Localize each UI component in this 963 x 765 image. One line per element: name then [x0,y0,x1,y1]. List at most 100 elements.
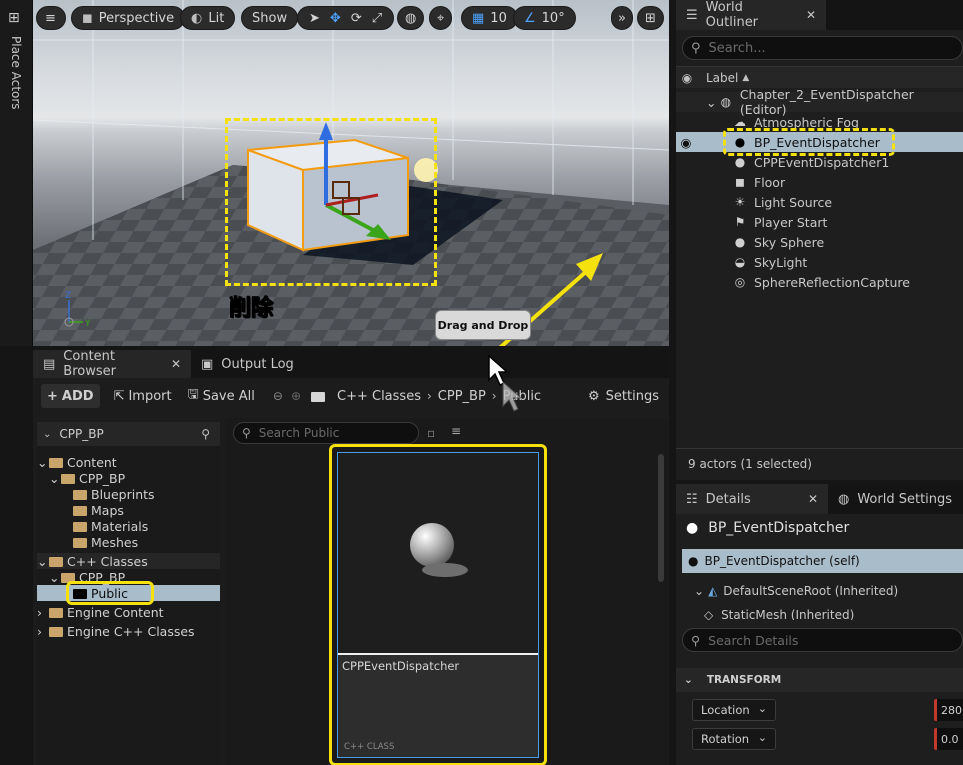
rotation-dropdown[interactable]: Rotation ⌄ [692,728,776,750]
svg-text:Z: Z [65,291,71,301]
outliner-item[interactable]: ● Sky Sphere [676,232,963,252]
component-mesh-row[interactable]: ◇ StaticMesh (Inherited) [704,608,963,620]
transform-section-header[interactable]: ⌄ TRANSFORM [676,668,963,692]
filter-icon[interactable]: ≡ [451,424,461,438]
details-tab[interactable]: ☷ Details ✕ [676,484,828,514]
tree-item[interactable]: Materials [73,518,148,534]
asset-area: ⚲ Search Public ▫ ≡ CPPEventDispatcher C… [225,418,669,765]
visibility-eye-icon[interactable]: ◉ [676,135,696,150]
cpp-folder-icon [49,627,63,637]
forward-icon[interactable]: ⊕ [291,389,301,403]
visibility-eye-icon[interactable]: ◉ [676,71,698,85]
select-icon[interactable]: ➤ [309,11,320,26]
save-search-icon[interactable]: ▫ [427,426,435,440]
layout-button[interactable]: ⊞ [637,6,664,30]
place-actors-strip[interactable]: ⊞ Place Actors [0,0,33,346]
outliner-item[interactable]: ☀ Light Source [676,192,963,212]
level-row[interactable]: ⌄ ◍ Chapter_2_EventDispatcher (Editor) [676,87,963,117]
save-all-button[interactable]: 🖫 Save All [188,385,255,407]
settings-button[interactable]: ⚙ Settings [588,389,659,404]
outliner-status: 9 actors (1 selected) [676,448,963,480]
outliner-item[interactable]: ◎ SphereReflectionCapture [676,272,963,292]
outliner-header[interactable]: ◉ Label ▲ [676,66,963,88]
folder-icon [49,608,63,618]
tree-item[interactable]: Meshes [73,534,138,550]
tree-item[interactable]: › Engine C++ Classes [37,623,195,639]
world-space-button[interactable]: ◍ [397,6,425,30]
add-button[interactable]: + ADD [41,384,100,408]
scale-icon[interactable]: ⤢ [372,11,382,26]
outliner-item[interactable]: ◒ SkyLight [676,252,963,272]
mesh-icon: ◇ [704,608,714,620]
grid-icon: ▦ [472,10,485,26]
import-icon: ⇱ [113,388,125,404]
plus-icon: + [47,388,58,404]
close-icon[interactable]: ✕ [806,8,816,22]
back-icon[interactable]: ⊖ [273,389,283,403]
tree-item[interactable]: ⌄ Content [37,454,117,470]
angle-snap-button[interactable]: ∠ 10° [513,6,576,30]
fog-icon: ☁ [734,115,746,129]
tree-item[interactable]: ⌄ CPP_BP [49,470,125,486]
details-panel: ☷ Details ✕ ◍ World Settings ● BP_EventD… [676,484,963,765]
folder-icon [311,392,325,402]
grid-snap-button[interactable]: ▦ 10 [461,6,518,30]
tree-item[interactable]: Blueprints [73,486,155,502]
close-icon[interactable]: ✕ [171,357,181,371]
more-button[interactable]: » [611,6,633,30]
rotate-icon[interactable]: ⟳ [351,11,362,26]
breadcrumb-item[interactable]: C++ Classes [337,389,421,404]
chevron-right-icon: › [426,389,432,403]
tree-item[interactable]: › Engine Content [37,604,164,620]
tree-item[interactable]: Maps [73,502,124,518]
output-log-tab[interactable]: ▣ Output Log [191,350,304,378]
search-icon: ⚲ [242,426,251,440]
actor-name-row[interactable]: ● BP_EventDispatcher [686,520,849,536]
folder-icon [61,474,75,484]
location-x-field[interactable]: 280 [934,699,963,721]
perspective-button[interactable]: ◼ Perspective [71,6,186,30]
sun-icon: ☀ [734,195,746,209]
chevron-down-icon: ⌄ [43,428,52,440]
viewport-menu-button[interactable]: ≡ [36,6,66,30]
sphere-actor-icon: ● [734,235,746,249]
component-root-row[interactable]: ⌄ ◭ DefaultSceneRoot (Inherited) [694,584,898,598]
mouse-cursor-icon [488,354,523,412]
search-icon[interactable]: ⚲ [201,427,210,441]
tree-item[interactable]: ⌄ C++ Classes [37,553,220,569]
outliner-icon: ☰ [686,7,698,23]
outliner-search-input[interactable]: ⚲ Search... [682,36,963,60]
breadcrumb-item[interactable]: CPP_BP [438,389,486,404]
world-outliner-tab[interactable]: ☰ World Outliner ✕ [676,0,826,30]
content-browser-tab[interactable]: ▤ Content Browser ✕ [33,349,191,379]
details-search-input[interactable]: ⚲ Search Details [682,628,963,652]
level-viewport[interactable]: Z Y ≡ ◼ Perspective ◐ Lit Show ➤ ✥ ⟳ ⤢ ◍ ⌖… [33,0,669,346]
asset-search-input[interactable]: ⚲ Search Public [233,422,419,444]
rotation-x-field[interactable]: 0.0 [934,728,963,750]
lit-button[interactable]: ◐ Lit [180,6,236,30]
folder-icon [73,506,87,516]
sources-header[interactable]: ⌄ CPP_BP ⚲ [37,422,220,446]
content-toolbar: + ADD ⇱ Import 🖫 Save All ⊖ ⊕ C++ Classes ›… [33,378,669,414]
show-button[interactable]: Show [241,6,299,30]
import-button[interactable]: ⇱ Import [114,389,172,404]
outliner-item[interactable]: ◼ Floor [676,172,963,192]
details-icon: ☷ [686,491,698,507]
surface-snap-button[interactable]: ⌖ [429,6,453,30]
cube-icon: ◼ [82,10,93,26]
layout-icon: ⊞ [645,10,656,26]
cpp-folder-icon [49,557,63,567]
cube-icon: ◼ [735,175,745,189]
scrollbar[interactable] [658,454,664,582]
location-dropdown[interactable]: Location ⌄ [692,699,776,721]
close-icon[interactable]: ✕ [808,492,818,506]
folder-icon [73,522,87,532]
component-self-row[interactable]: ● BP_EventDispatcher (self) [682,549,963,573]
angle-icon: ∠ [524,10,536,26]
place-actors-label: Place Actors [9,36,23,110]
folder-icon [73,490,87,500]
world-settings-tab[interactable]: ◍ World Settings [828,484,963,514]
outliner-item[interactable]: ⚑ Player Start [676,212,963,232]
transform-tools[interactable]: ➤ ✥ ⟳ ⤢ [297,6,395,30]
translate-icon[interactable]: ✥ [330,11,341,26]
